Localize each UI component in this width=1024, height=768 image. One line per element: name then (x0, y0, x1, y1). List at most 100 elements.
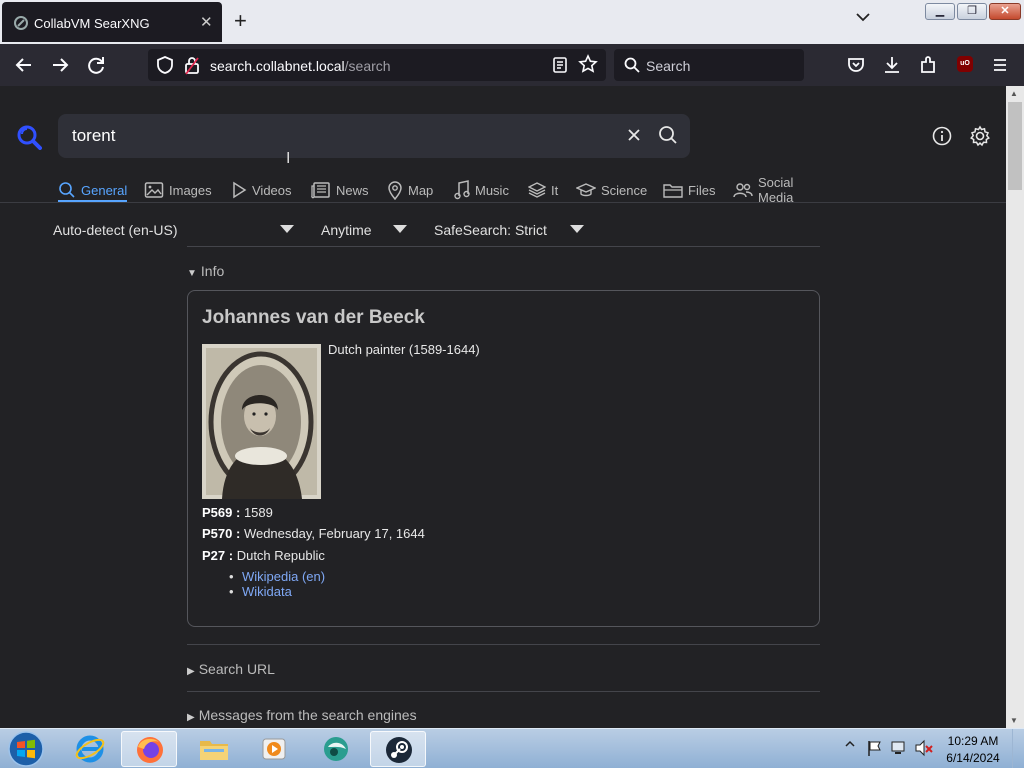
tab-images[interactable]: Images (144, 178, 212, 202)
search-icon (59, 182, 75, 198)
downloads-icon[interactable] (879, 52, 905, 78)
show-hidden-icons-icon[interactable] (845, 739, 855, 749)
app-globe-icon (324, 737, 348, 761)
music-note-icon (454, 180, 470, 200)
tracking-protection-shield-icon[interactable] (156, 55, 174, 75)
tab-files[interactable]: Files (663, 178, 715, 202)
tab-label: News (336, 182, 369, 198)
tab-news[interactable]: News (311, 178, 369, 202)
tab-label: Music (475, 182, 509, 198)
scrollbar-thumb[interactable] (1008, 102, 1022, 190)
tab-label: Social Media (758, 175, 794, 205)
clock-date[interactable]: 6/14/2024 (945, 751, 1001, 765)
search-url-toggle[interactable]: ▶ Search URL (187, 661, 275, 677)
wikipedia-link[interactable]: Wikipedia (en) (229, 569, 325, 584)
searxng-logo-icon[interactable] (16, 124, 42, 150)
taskbar-firefox[interactable] (121, 731, 177, 767)
window-restore-button[interactable]: ❐ (957, 3, 987, 20)
bookmark-star-icon[interactable] (578, 54, 598, 74)
tab-close-icon[interactable]: ✕ (200, 13, 213, 31)
back-icon[interactable] (11, 52, 37, 78)
info-circle-icon[interactable] (932, 126, 952, 146)
taskbar-file-explorer[interactable] (186, 731, 242, 767)
taskbar-app[interactable] (308, 731, 364, 767)
steam-icon (386, 737, 412, 763)
tab-videos[interactable]: Videos (231, 178, 292, 202)
reader-view-icon[interactable] (552, 55, 568, 75)
engine-messages-toggle[interactable]: ▶ Messages from the search engines (187, 707, 417, 723)
url-host: search.collabnet.local (210, 58, 345, 74)
window-minimize-button[interactable]: ▁ (925, 3, 955, 20)
tab-map[interactable]: Map (387, 178, 433, 202)
tab-it[interactable]: It (528, 178, 558, 202)
tab-social-media[interactable]: Social Media (733, 175, 794, 205)
search-icon (624, 57, 640, 73)
list-all-tabs-icon[interactable] (856, 12, 870, 22)
search-submit-icon[interactable] (658, 125, 678, 145)
layers-icon (528, 182, 546, 198)
triangle-right-icon: ▶ (187, 666, 195, 677)
window-close-button[interactable]: ✕ (989, 3, 1021, 20)
tab-label: Videos (252, 182, 292, 198)
action-center-flag-icon[interactable] (866, 739, 882, 757)
folder-icon (663, 184, 683, 198)
info-summary-toggle[interactable]: ▼ Info (187, 263, 224, 279)
network-icon[interactable] (890, 739, 908, 757)
extensions-puzzle-icon[interactable] (915, 52, 941, 78)
clock-time[interactable]: 10:29 AM (945, 734, 1001, 748)
graduation-cap-icon (576, 183, 596, 197)
scroll-up-arrow-icon[interactable]: ▲ (1010, 89, 1018, 98)
folder-icon (200, 741, 228, 760)
chevron-down-icon[interactable] (570, 225, 584, 233)
taskbar-steam[interactable] (370, 731, 426, 767)
search-query-input[interactable] (72, 126, 592, 146)
taskbar-internet-explorer[interactable] (62, 731, 118, 767)
attribute-key: P27 : (202, 548, 234, 563)
tab-strip: CollabVM SearXNG ✕ + ▁ ❐ ✕ (0, 0, 1024, 44)
show-desktop-button[interactable] (1012, 729, 1024, 768)
infobox-attribute: P569 : 1589 (202, 505, 273, 520)
infobox: Johannes van der Beeck Dutch painter (15… (187, 290, 820, 627)
windows-start-orb-icon[interactable] (6, 730, 46, 768)
volume-muted-icon[interactable] (914, 739, 934, 757)
ublock-origin-icon[interactable]: uO (957, 56, 973, 72)
text-cursor-icon: I (286, 150, 291, 167)
scroll-down-arrow-icon[interactable]: ▼ (1010, 716, 1018, 725)
browser-search-bar[interactable]: Search (614, 49, 804, 81)
reload-icon[interactable] (83, 52, 109, 78)
infobox-description: Dutch painter (1589-1644) (328, 342, 480, 357)
clear-search-icon[interactable] (624, 125, 644, 145)
chevron-down-icon[interactable] (280, 225, 294, 233)
tab-title: CollabVM SearXNG (34, 16, 150, 31)
new-tab-icon[interactable]: + (234, 8, 247, 34)
hamburger-menu-icon[interactable] (987, 52, 1013, 78)
time-range-select[interactable]: Anytime (321, 222, 372, 238)
chevron-down-icon[interactable] (393, 225, 407, 233)
settings-gear-icon[interactable] (969, 125, 991, 147)
lock-icon[interactable] (184, 55, 200, 75)
searxng-results-page: I General Images Videos News Map (0, 86, 1006, 728)
windows-taskbar: 10:29 AM 6/14/2024 (0, 728, 1024, 768)
taskbar-media-player[interactable] (246, 731, 302, 767)
tab-music[interactable]: Music (454, 178, 509, 202)
forward-icon[interactable] (47, 52, 73, 78)
browser-tab[interactable]: CollabVM SearXNG ✕ (2, 2, 222, 42)
attribute-value: Wednesday, February 17, 1644 (243, 526, 425, 541)
wikidata-link[interactable]: Wikidata (229, 584, 292, 599)
search-url-label: Search URL (198, 661, 275, 677)
page-scrollbar[interactable]: ▲ ▼ (1006, 86, 1024, 728)
address-bar[interactable]: search.collabnet.local/search (148, 49, 606, 81)
divider (0, 202, 1006, 203)
internet-explorer-icon (75, 735, 105, 763)
attribute-key: P570 : (202, 526, 241, 541)
tab-science[interactable]: Science (576, 178, 647, 202)
language-select[interactable]: Auto-detect (en-US) (53, 222, 178, 238)
url-text: search.collabnet.local/search (210, 58, 391, 74)
pocket-icon[interactable] (843, 52, 869, 78)
info-summary-label: Info (200, 263, 225, 279)
tab-general[interactable]: General (58, 178, 128, 202)
divider (187, 644, 820, 645)
attribute-key: P569 : (202, 505, 241, 520)
tab-label: Map (408, 182, 434, 198)
safesearch-select[interactable]: SafeSearch: Strict (434, 222, 547, 238)
